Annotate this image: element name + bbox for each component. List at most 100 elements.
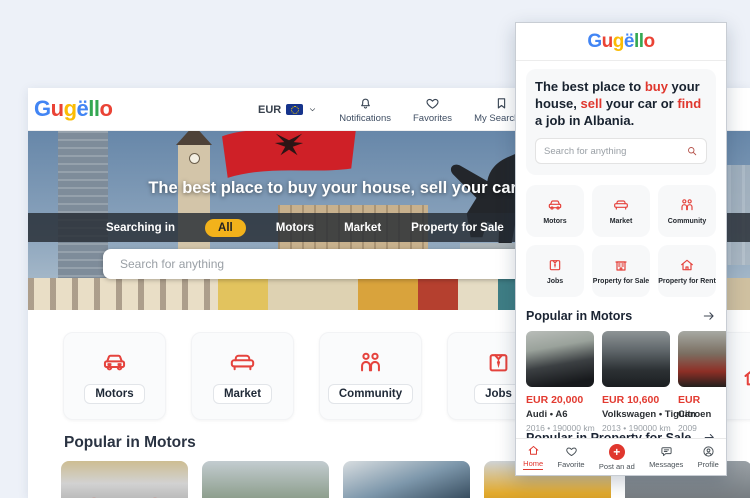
people-icon	[679, 197, 695, 213]
category-label: Community	[328, 384, 413, 404]
nav-item-favorites[interactable]: Favorites	[413, 96, 452, 124]
car-icon	[547, 197, 563, 213]
building-block	[458, 278, 498, 310]
category-label: Property for Rent	[658, 278, 716, 285]
plus-icon: +	[609, 444, 625, 460]
listing-card[interactable]: EUR Citroen 2009	[678, 331, 727, 433]
message-icon	[660, 445, 673, 458]
listing-image[interactable]	[202, 461, 329, 498]
logo-letter: ë	[624, 31, 634, 52]
currency-label: EUR	[258, 104, 281, 116]
building-block	[418, 278, 458, 310]
heart-icon	[425, 96, 440, 111]
listing-price: EUR 10,600	[602, 394, 670, 406]
mobile-category-grid: Motors Market Community Jobs Property fo…	[526, 185, 716, 297]
tab-property-for-sale[interactable]: Property for Sale	[411, 222, 504, 234]
nav-item-post-an-ad[interactable]: + Post an ad	[599, 444, 635, 471]
building-block	[268, 278, 358, 310]
logo-letter: o	[644, 31, 655, 52]
category-label: Property for Sale	[593, 278, 649, 285]
searching-in-label: Searching in	[106, 222, 175, 234]
logo-letter: g	[613, 31, 624, 52]
category-card-motors[interactable]: Motors	[63, 332, 166, 420]
listing-image	[678, 331, 727, 387]
category-card-market[interactable]: Market	[191, 332, 294, 420]
section-title: Popular in Motors	[526, 309, 632, 323]
mobile-search-input[interactable]: Search for anything	[535, 138, 707, 164]
mobile-hero-card: The best place to buy your house, sell y…	[526, 69, 716, 175]
nav-item-favorite[interactable]: Favorite	[557, 445, 584, 469]
building-icon	[613, 257, 629, 273]
search-placeholder: Search for anything	[120, 257, 224, 271]
category-card-community[interactable]: Community	[658, 185, 716, 237]
arrow-right-icon[interactable]	[702, 309, 716, 323]
search-placeholder: Search for anything	[544, 146, 686, 157]
logo[interactable]: Gugëllo	[34, 96, 112, 122]
category-card-market[interactable]: Market	[592, 185, 650, 237]
nav-item-notifications[interactable]: Notifications	[339, 96, 391, 124]
listing-price: EUR 20,000	[526, 394, 594, 406]
listing-image[interactable]	[61, 461, 188, 498]
listing-title: Audi • A6	[526, 409, 594, 420]
heart-icon	[565, 445, 578, 458]
logo-letter: g	[64, 96, 77, 121]
listing-image	[526, 331, 594, 387]
sofa-icon	[229, 349, 256, 376]
shirt-tie-icon	[547, 257, 563, 273]
mobile-tagline: The best place to buy your house, sell y…	[535, 78, 707, 129]
screenshot-canvas: Gugëllo EUR Notifications Favorites	[0, 0, 750, 498]
tab-all[interactable]: All	[205, 219, 246, 237]
category-label: Community	[668, 218, 707, 225]
listing-image[interactable]	[343, 461, 470, 498]
nav-item-label: Favorite	[557, 460, 584, 469]
listing-title: Volkswagen • Tiguan	[602, 409, 670, 420]
mobile-logo[interactable]: Gugëllo	[516, 23, 726, 61]
eu-flag-icon	[286, 104, 303, 115]
nav-item-label: Home	[523, 459, 543, 470]
category-card-motors[interactable]: Motors	[526, 185, 584, 237]
category-label: Motors	[84, 384, 144, 404]
logo-letter: ë	[77, 96, 89, 121]
category-card-property-for-rent[interactable]: Property for Rent	[658, 245, 716, 297]
chevron-down-icon	[308, 105, 317, 114]
listing-image	[602, 331, 670, 387]
logo-letter: G	[34, 96, 51, 121]
popular-in-motors-section-header: Popular in Motors	[526, 309, 716, 323]
nav-item-label: Messages	[649, 460, 683, 469]
listing-card[interactable]: EUR 20,000 Audi • A6 2016 • 190000 km	[526, 331, 594, 433]
search-icon	[686, 145, 698, 157]
listing-price: EUR	[678, 394, 727, 406]
listing-card[interactable]: EUR 10,600 Volkswagen • Tiguan 2013 • 19…	[602, 331, 670, 433]
logo-letter: u	[51, 96, 64, 121]
category-card-community[interactable]: Community	[319, 332, 422, 420]
sofa-icon	[613, 197, 629, 213]
logo-letter: u	[602, 31, 613, 52]
nav-item-home[interactable]: Home	[523, 444, 543, 470]
logo-letter: G	[587, 31, 601, 52]
people-icon	[357, 349, 384, 376]
mobile-bottom-nav: Home Favorite + Post an ad Messages Prof…	[516, 438, 726, 475]
bell-icon	[358, 96, 373, 111]
mobile-listings-row: EUR 20,000 Audi • A6 2016 • 190000 km EU…	[526, 331, 727, 433]
mosque-portico	[28, 278, 218, 310]
mobile-site-panel: Gugëllo The best place to buy your house…	[515, 22, 727, 476]
logo-letter: o	[100, 96, 113, 121]
house-icon	[679, 257, 695, 273]
house-icon	[741, 363, 750, 390]
category-label: Jobs	[547, 278, 563, 285]
nav-item-profile[interactable]: Profile	[698, 445, 719, 469]
nav-item-label: Favorites	[413, 113, 452, 124]
category-label: Motors	[543, 218, 566, 225]
shirt-tie-icon	[485, 349, 512, 376]
category-card-jobs[interactable]: Jobs	[526, 245, 584, 297]
nav-item-messages[interactable]: Messages	[649, 445, 683, 469]
car-icon	[101, 349, 128, 376]
category-card-property-for-sale[interactable]: Property for Sale	[592, 245, 650, 297]
home-icon	[527, 444, 540, 457]
currency-selector[interactable]: EUR	[258, 104, 317, 116]
bookmark-icon	[494, 96, 509, 111]
listing-title: Citroen	[678, 409, 727, 420]
tab-motors[interactable]: Motors	[276, 222, 314, 234]
tab-market[interactable]: Market	[344, 222, 381, 234]
nav-item-label: Post an ad	[599, 462, 635, 471]
